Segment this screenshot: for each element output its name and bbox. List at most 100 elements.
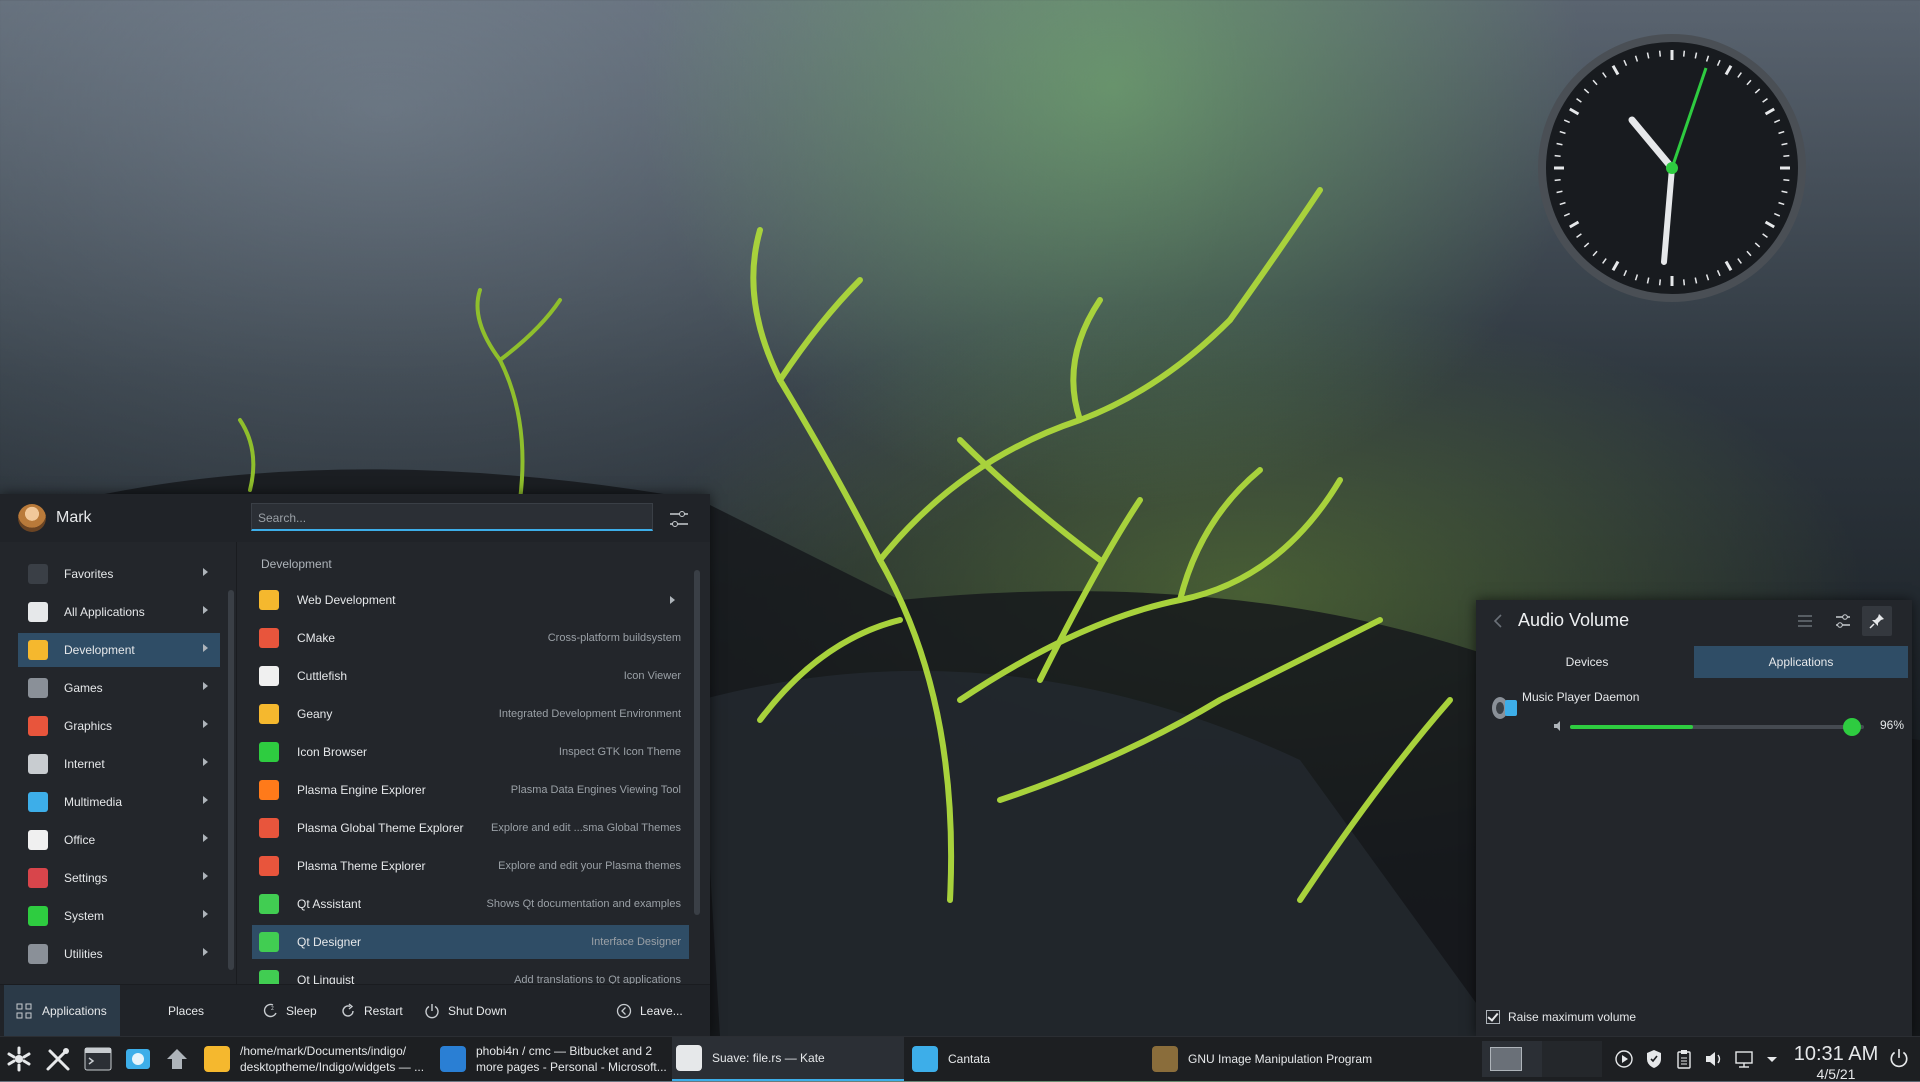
volume-icon[interactable] (1704, 1049, 1724, 1069)
tab-applications[interactable]: Applications (4, 985, 120, 1037)
svg-text:z: z (271, 1006, 274, 1012)
network-icon[interactable] (1734, 1049, 1754, 1069)
task-item[interactable]: phobi4n / cmc — Bitbucket and 2 more pag… (436, 1037, 668, 1081)
launcher-tools[interactable] (44, 1037, 72, 1081)
app-item-icon-browser[interactable]: Icon Browser Inspect GTK Icon Theme (252, 735, 689, 769)
desktop-2[interactable] (1542, 1041, 1602, 1077)
category-development[interactable]: Development (18, 633, 220, 667)
tab-applications[interactable]: Applications (1694, 646, 1908, 678)
app-item-qt-designer[interactable]: Qt Designer Interface Designer (252, 925, 689, 959)
volume-slider[interactable] (1570, 718, 1864, 736)
task-item[interactable]: Suave: file.rs — Kate (672, 1037, 904, 1081)
app-item-cuttlefish[interactable]: Cuttlefish Icon Viewer (252, 659, 689, 693)
analog-clock-widget[interactable] (1536, 32, 1808, 304)
category-multimedia[interactable]: Multimedia (18, 785, 220, 819)
chevron-right-icon (203, 568, 208, 576)
app-list-scrollbar[interactable] (694, 570, 700, 915)
category-games[interactable]: Games (18, 671, 220, 705)
launcher-button[interactable] (6, 1037, 32, 1081)
settings-icon (28, 868, 48, 888)
volume-slider-handle[interactable] (1843, 718, 1862, 736)
audio-tabs: Devices Applications (1480, 646, 1908, 678)
clipboard-icon[interactable] (1674, 1049, 1694, 1069)
task-label: phobi4n / cmc — Bitbucket and 2 more pag… (476, 1044, 667, 1074)
app-item-web-development[interactable]: Web Development (252, 583, 689, 617)
search-input[interactable]: Search... (251, 503, 653, 531)
task-item[interactable]: GNU Image Manipulation Program (1148, 1037, 1378, 1081)
task-item[interactable]: /home/mark/Documents/indigo/ desktopthem… (200, 1037, 432, 1081)
back-arrow-icon[interactable] (1492, 614, 1504, 628)
restart-label: Restart (364, 1004, 403, 1018)
app-item-plasma-global-theme-explorer[interactable]: Plasma Global Theme Explorer Explore and … (252, 811, 689, 845)
category-internet[interactable]: Internet (18, 747, 220, 781)
app-name: Qt Designer (297, 935, 362, 949)
desktop-1[interactable] (1490, 1047, 1522, 1071)
app-description: Explore and edit ...sma Global Themes (491, 822, 681, 834)
plasma-global-theme-icon (259, 818, 279, 838)
raise-max-volume[interactable]: Raise maximum volume (1486, 1010, 1636, 1024)
tab-places-label: Places (168, 1004, 205, 1018)
gamepad-icon (28, 678, 48, 698)
clock-face (1538, 34, 1806, 302)
launcher-discover[interactable] (164, 1037, 190, 1081)
clock-tick (1554, 178, 1561, 182)
shutdown-label: Shut Down (448, 1004, 507, 1018)
category-utilities[interactable]: Utilities (18, 937, 220, 971)
geany-icon (259, 704, 279, 724)
app-item-cmake[interactable]: CMake Cross-platform buildsystem (252, 621, 689, 655)
grid-icon (16, 1003, 32, 1019)
pager[interactable] (1482, 1041, 1542, 1077)
chevron-down-icon[interactable] (1762, 1049, 1782, 1069)
app-item-plasma-theme-explorer[interactable]: Plasma Theme Explorer Explore and edit yo… (252, 849, 689, 883)
stream-item: Music Player Daemon 96% (1490, 690, 1904, 736)
tab-places[interactable]: Places (168, 985, 248, 1037)
bookmark-icon (28, 564, 48, 584)
task-label: Suave: file.rs — Kate (712, 1051, 825, 1065)
restart-button[interactable]: Restart (340, 985, 403, 1037)
configure-icon[interactable] (668, 508, 690, 530)
volume-low-icon[interactable] (1552, 720, 1564, 732)
chevron-right-icon (203, 606, 208, 614)
category-favorites[interactable]: Favorites (18, 557, 220, 591)
category-all-applications[interactable]: All Applications (18, 595, 220, 629)
sleep-button[interactable]: z Sleep (262, 985, 317, 1037)
tab-devices[interactable]: Devices (1480, 646, 1694, 678)
app-item-qt-assistant[interactable]: Qt Assistant Shows Qt documentation and e… (252, 887, 689, 921)
leave-button[interactable]: Leave... (616, 985, 683, 1037)
media-play-icon[interactable] (1614, 1049, 1634, 1069)
app-description: Interface Designer (591, 936, 681, 948)
category-office[interactable]: Office (18, 823, 220, 857)
category-system[interactable]: System (18, 899, 220, 933)
task-label: /home/mark/Documents/indigo/ desktopthem… (240, 1044, 425, 1074)
cuttlefish-icon (259, 666, 279, 686)
leave-label: Leave... (640, 1004, 683, 1018)
chevron-right-icon (203, 910, 208, 918)
category-settings[interactable]: Settings (18, 861, 220, 895)
app-name: Icon Browser (297, 745, 368, 759)
avatar[interactable] (18, 504, 46, 532)
shield-icon[interactable] (1644, 1049, 1664, 1069)
sidebar-scrollbar[interactable] (228, 590, 234, 970)
audio-header: Audio Volume (1476, 600, 1912, 642)
plasma-start-icon (7, 1046, 31, 1072)
shutdown-button[interactable]: Shut Down (424, 985, 507, 1037)
raise-max-checkbox[interactable] (1486, 1010, 1500, 1024)
launcher-browser[interactable] (124, 1037, 152, 1081)
digital-clock[interactable]: 10:31 AM 4/5/21 (1784, 1043, 1888, 1082)
category-graphics[interactable]: Graphics (18, 709, 220, 743)
app-item-plasma-engine-explorer[interactable]: Plasma Engine Explorer Plasma Data Engine… (252, 773, 689, 807)
task-item[interactable]: Cantata (908, 1037, 1148, 1081)
utilities-icon (28, 944, 48, 964)
clock-tick (1783, 178, 1790, 182)
app-name: Plasma Global Theme Explorer (297, 821, 464, 835)
app-item-geany[interactable]: Geany Integrated Development Environment (252, 697, 689, 731)
menu-icon[interactable] (1796, 612, 1814, 630)
chevron-right-icon (203, 758, 208, 766)
launcher-terminal[interactable] (84, 1037, 112, 1081)
app-description: Plasma Data Engines Viewing Tool (510, 784, 681, 796)
power-icon[interactable] (1888, 1048, 1910, 1070)
launcher-footer: Applications Places z Sleep Restart Shut… (0, 984, 710, 1037)
configure-icon[interactable] (1834, 612, 1852, 630)
user-info[interactable]: Mark (18, 504, 92, 532)
pin-button[interactable] (1862, 606, 1892, 636)
